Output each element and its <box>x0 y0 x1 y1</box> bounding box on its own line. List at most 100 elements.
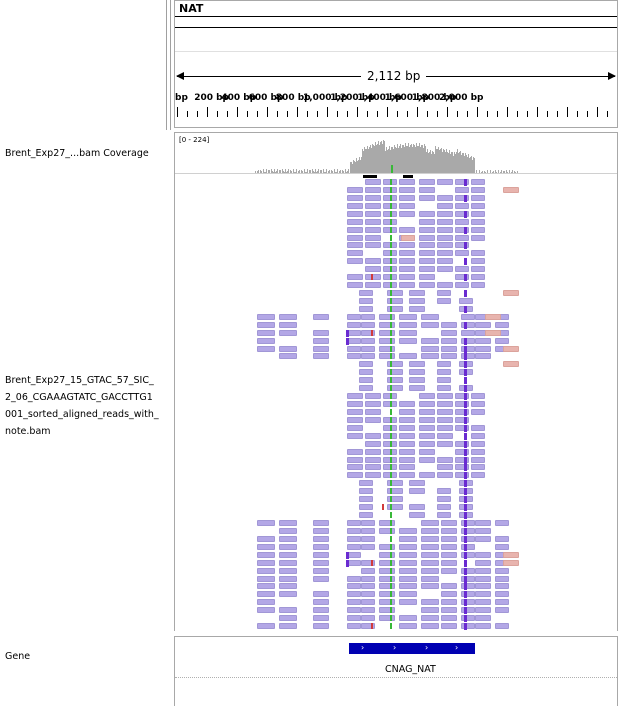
aligned-read[interactable] <box>399 623 417 629</box>
aligned-read[interactable] <box>503 346 519 352</box>
aligned-read[interactable] <box>361 568 375 574</box>
aligned-read[interactable] <box>455 266 469 272</box>
aligned-read[interactable] <box>399 464 415 470</box>
aligned-read[interactable] <box>495 607 509 613</box>
aligned-read[interactable] <box>379 520 395 526</box>
aligned-read[interactable] <box>347 211 363 217</box>
aligned-read[interactable] <box>399 401 415 407</box>
aligned-read[interactable] <box>503 290 519 296</box>
alignment-track-label[interactable]: Brent_Exp27_15_GTAC_57_SIC_ 2_06_CGAAAGT… <box>5 372 159 440</box>
aligned-read[interactable] <box>347 457 363 463</box>
aligned-read[interactable] <box>441 583 457 589</box>
coverage-track-label[interactable]: Brent_Exp27_...bam Coverage <box>5 145 149 162</box>
aligned-read[interactable] <box>421 576 439 582</box>
aligned-read[interactable] <box>347 258 363 264</box>
aligned-read[interactable] <box>495 544 509 550</box>
aligned-read[interactable] <box>365 187 381 193</box>
aligned-read[interactable] <box>399 417 415 423</box>
aligned-read[interactable] <box>441 528 457 534</box>
aligned-read[interactable] <box>475 353 491 359</box>
aligned-read[interactable] <box>437 441 453 447</box>
aligned-read[interactable] <box>347 544 361 550</box>
aligned-read[interactable] <box>409 385 425 391</box>
aligned-read[interactable] <box>399 591 417 597</box>
aligned-read[interactable] <box>347 203 363 209</box>
aligned-read[interactable] <box>437 242 453 248</box>
aligned-read[interactable] <box>379 583 395 589</box>
aligned-read[interactable] <box>313 528 329 534</box>
aligned-read[interactable] <box>441 536 457 542</box>
aligned-read[interactable] <box>421 536 439 542</box>
aligned-read[interactable] <box>399 179 415 185</box>
aligned-read[interactable] <box>421 314 439 320</box>
aligned-read[interactable] <box>475 560 491 566</box>
aligned-read[interactable] <box>347 219 363 225</box>
aligned-read[interactable] <box>279 528 297 534</box>
aligned-read[interactable] <box>399 441 415 447</box>
aligned-read[interactable] <box>279 346 297 352</box>
aligned-read[interactable] <box>437 195 453 201</box>
gene-feature-cnag-nat[interactable]: › › › › <box>349 643 475 654</box>
aligned-read[interactable] <box>495 568 509 574</box>
aligned-read[interactable] <box>437 433 453 439</box>
aligned-read[interactable] <box>379 330 395 336</box>
aligned-read[interactable] <box>495 520 509 526</box>
aligned-read[interactable] <box>399 187 415 193</box>
aligned-read[interactable] <box>421 560 439 566</box>
aligned-read[interactable] <box>437 417 453 423</box>
aligned-read[interactable] <box>347 560 361 566</box>
aligned-read[interactable] <box>313 591 329 597</box>
aligned-read[interactable] <box>471 472 485 478</box>
aligned-read[interactable] <box>361 544 375 550</box>
aligned-read[interactable] <box>347 195 363 201</box>
aligned-read[interactable] <box>365 219 381 225</box>
aligned-read[interactable] <box>347 417 363 423</box>
aligned-read[interactable] <box>419 409 435 415</box>
aligned-read[interactable] <box>347 250 363 256</box>
aligned-read[interactable] <box>441 568 457 574</box>
aligned-read[interactable] <box>279 560 297 566</box>
aligned-read[interactable] <box>257 520 275 526</box>
aligned-read[interactable] <box>399 576 417 582</box>
aligned-read[interactable] <box>279 576 297 582</box>
aligned-read[interactable] <box>409 298 425 304</box>
aligned-read[interactable] <box>441 322 457 328</box>
aligned-read[interactable] <box>279 607 297 613</box>
aligned-read[interactable] <box>359 369 373 375</box>
aligned-read[interactable] <box>365 401 381 407</box>
aligned-read[interactable] <box>421 544 439 550</box>
aligned-read[interactable] <box>485 330 501 336</box>
aligned-read[interactable] <box>399 457 415 463</box>
aligned-read[interactable] <box>359 504 373 510</box>
aligned-read[interactable] <box>437 512 451 518</box>
aligned-read[interactable] <box>471 219 485 225</box>
aligned-read[interactable] <box>279 552 297 558</box>
aligned-read[interactable] <box>313 560 329 566</box>
aligned-read[interactable] <box>379 552 395 558</box>
aligned-read[interactable] <box>361 314 375 320</box>
aligned-read[interactable] <box>361 528 375 534</box>
aligned-read[interactable] <box>437 282 453 288</box>
aligned-read[interactable] <box>441 330 457 336</box>
aligned-read[interactable] <box>399 338 417 344</box>
aligned-read[interactable] <box>347 464 363 470</box>
aligned-read[interactable] <box>257 322 275 328</box>
aligned-read[interactable] <box>257 623 275 629</box>
aligned-read[interactable] <box>471 250 485 256</box>
aligned-read[interactable] <box>503 361 519 367</box>
aligned-read[interactable] <box>459 298 473 304</box>
aligned-read[interactable] <box>475 607 491 613</box>
aligned-read[interactable] <box>421 552 439 558</box>
aligned-read[interactable] <box>347 552 361 558</box>
aligned-read[interactable] <box>437 250 453 256</box>
aligned-read[interactable] <box>437 457 453 463</box>
aligned-read[interactable] <box>495 536 509 542</box>
aligned-read[interactable] <box>455 219 469 225</box>
aligned-read[interactable] <box>379 338 395 344</box>
aligned-read[interactable] <box>471 179 485 185</box>
aligned-read[interactable] <box>419 258 435 264</box>
aligned-read[interactable] <box>399 472 415 478</box>
aligned-read[interactable] <box>365 457 381 463</box>
aligned-read[interactable] <box>495 322 509 328</box>
aligned-read[interactable] <box>399 568 417 574</box>
